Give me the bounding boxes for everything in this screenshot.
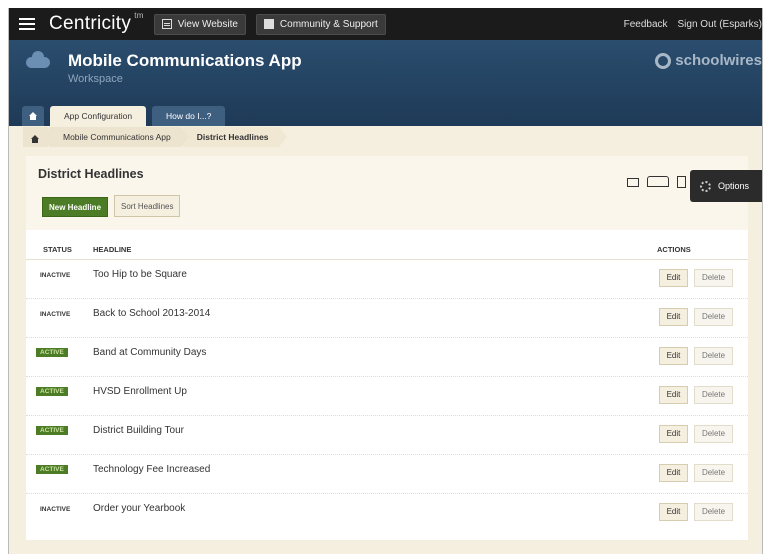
app-window: Centricity tm View Website Community & Su… [8, 8, 763, 554]
top-bar: Centricity tm View Website Community & Su… [9, 8, 762, 40]
tab-home[interactable] [22, 106, 44, 126]
edit-button[interactable]: Edit [659, 464, 688, 482]
top-right-links: Feedback Sign Out (Esparks) [614, 19, 762, 30]
breadcrumb: Mobile Communications App District Headl… [23, 126, 287, 148]
status-badge: INACTIVE [40, 272, 71, 279]
view-website-label: View Website [177, 18, 238, 30]
table-row: ACTIVE Band at Community Days Edit Delet… [26, 338, 748, 377]
breadcrumb-item-current: District Headlines [182, 127, 287, 147]
tablet-view-icon[interactable] [647, 176, 669, 187]
headline-text[interactable]: Back to School 2013-2014 [93, 308, 210, 319]
headline-text[interactable]: Technology Fee Increased [93, 464, 210, 475]
table-header: STATUS HEADLINE ACTIONS [26, 238, 748, 260]
edit-button[interactable]: Edit [659, 386, 688, 404]
delete-button[interactable]: Delete [694, 269, 733, 287]
gear-icon [700, 180, 711, 192]
headline-text[interactable]: HVSD Enrollment Up [93, 386, 187, 397]
column-status: STATUS [43, 245, 72, 254]
brand-trademark: tm [134, 11, 144, 20]
delete-button[interactable]: Delete [694, 464, 733, 482]
headline-text[interactable]: Band at Community Days [93, 347, 206, 358]
desktop-view-icon[interactable] [627, 178, 639, 187]
column-actions: ACTIONS [657, 245, 691, 254]
delete-button[interactable]: Delete [694, 425, 733, 443]
status-badge: ACTIVE [36, 387, 68, 396]
delete-button[interactable]: Delete [694, 347, 733, 365]
feedback-link[interactable]: Feedback [624, 19, 668, 30]
edit-button[interactable]: Edit [659, 425, 688, 443]
panel-title: District Headlines [38, 167, 144, 181]
workspace-header: Mobile Communications App Workspace scho… [9, 40, 762, 126]
status-badge: ACTIVE [36, 348, 68, 357]
new-headline-button[interactable]: New Headline [42, 197, 109, 217]
edit-button[interactable]: Edit [659, 503, 688, 521]
edit-button[interactable]: Edit [659, 308, 688, 326]
status-badge: ACTIVE [36, 465, 68, 474]
headlines-panel: District Headlines New Headline Sort Hea… [26, 156, 762, 540]
table-row: ACTIVE HVSD Enrollment Up Edit Delete [26, 377, 748, 416]
cloud-icon [26, 51, 50, 68]
status-badge: INACTIVE [40, 506, 71, 513]
edit-button[interactable]: Edit [659, 347, 688, 365]
table-row: ACTIVE Technology Fee Increased Edit Del… [26, 455, 748, 494]
phone-view-icon[interactable] [677, 176, 686, 188]
tab-app-configuration[interactable]: App Configuration [50, 106, 147, 126]
headline-text[interactable]: Too Hip to be Square [93, 269, 187, 280]
column-headline: HEADLINE [93, 245, 132, 254]
community-support-button[interactable]: Community & Support [255, 13, 386, 35]
status-badge: INACTIVE [40, 311, 71, 318]
view-switcher [627, 176, 694, 188]
table-row: INACTIVE Back to School 2013-2014 Edit D… [26, 299, 748, 338]
delete-button[interactable]: Delete [694, 503, 733, 521]
sign-out-link[interactable]: Sign Out (Esparks) [678, 19, 762, 30]
community-icon [263, 19, 274, 29]
breadcrumb-item-app[interactable]: Mobile Communications App [49, 127, 189, 147]
delete-button[interactable]: Delete [694, 308, 733, 326]
headline-text[interactable]: Order your Yearbook [93, 503, 185, 514]
table-row: INACTIVE Too Hip to be Square Edit Delet… [26, 260, 748, 299]
table-row: ACTIVE District Building Tour Edit Delet… [26, 416, 748, 455]
headline-text[interactable]: District Building Tour [93, 425, 184, 436]
workspace-tabs: App Configuration How do I...? [22, 106, 231, 126]
schoolwires-logo: schoolwires [655, 52, 762, 69]
edit-button[interactable]: Edit [659, 269, 688, 287]
workspace-subtitle: Workspace [68, 73, 123, 85]
options-label: Options [718, 181, 750, 191]
sort-headlines-button[interactable]: Sort Headlines [114, 195, 181, 217]
table-row: INACTIVE Order your Yearbook Edit Delete [26, 494, 748, 533]
breadcrumb-home[interactable] [23, 127, 55, 147]
brand-name: Centricity [49, 13, 132, 34]
app-title: Mobile Communications App [68, 51, 302, 70]
schoolwires-logo-icon [655, 52, 672, 69]
home-icon [29, 112, 37, 120]
status-badge: ACTIVE [36, 426, 68, 435]
brand-logo[interactable]: Centricity tm [49, 11, 144, 35]
home-icon [31, 135, 39, 143]
panel-header: District Headlines New Headline Sort Hea… [26, 156, 748, 230]
delete-button[interactable]: Delete [694, 386, 733, 404]
community-support-label: Community & Support [279, 18, 378, 30]
menu-icon[interactable] [19, 18, 35, 30]
view-website-button[interactable]: View Website [153, 13, 246, 35]
schoolwires-logo-text: schoolwires [675, 52, 762, 69]
tab-how-do-i[interactable]: How do I...? [152, 106, 226, 126]
website-icon [161, 19, 172, 29]
options-button[interactable]: Options [690, 170, 762, 202]
